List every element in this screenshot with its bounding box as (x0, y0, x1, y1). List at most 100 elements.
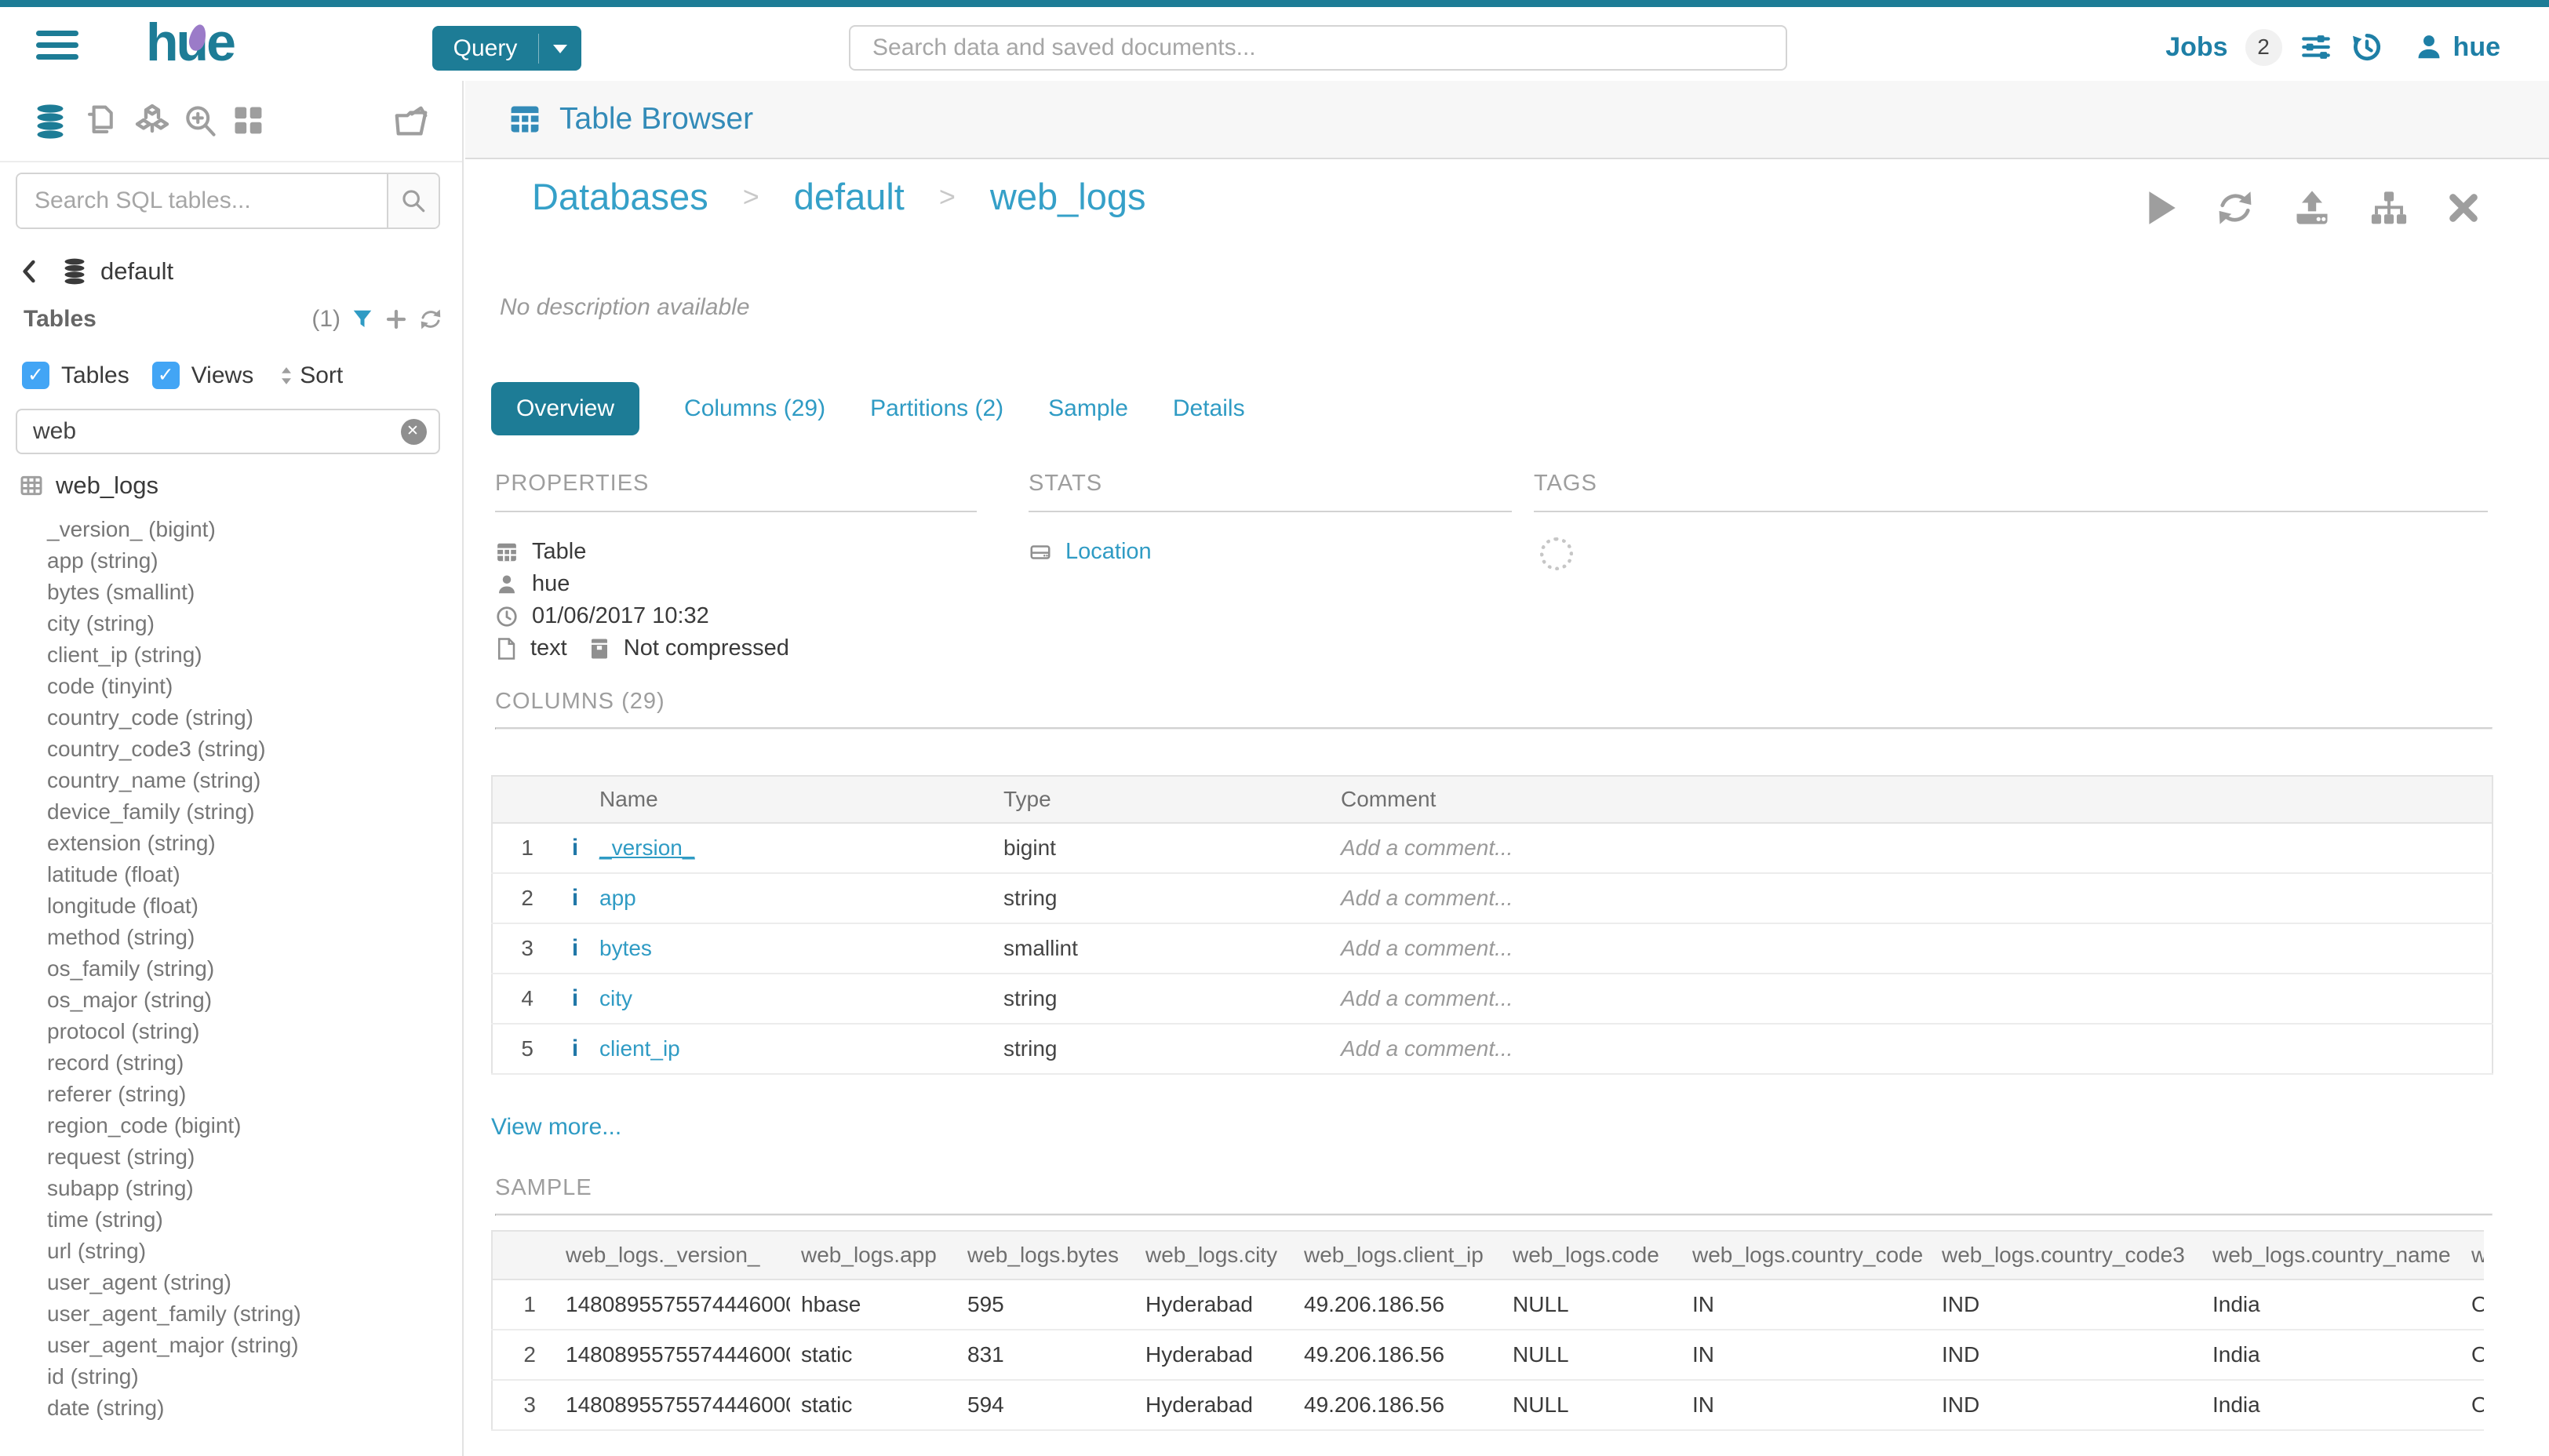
sidebar-column[interactable]: device_family (string) (0, 796, 462, 828)
sitemap-icon[interactable] (2369, 187, 2409, 228)
sample-table-container[interactable]: web_logs._version_ web_logs.app web_logs… (491, 1230, 2484, 1436)
sidebar-column[interactable]: extension (string) (0, 828, 462, 859)
sort-control[interactable]: Sort (276, 362, 343, 389)
sidebar-column[interactable]: os_major (string) (0, 985, 462, 1016)
sidebar-column[interactable]: longitude (float) (0, 890, 462, 922)
breadcrumb-web-logs[interactable]: web_logs (990, 175, 1146, 218)
sidebar-column[interactable]: time (string) (0, 1204, 462, 1236)
column-comment[interactable]: Add a comment... (1341, 823, 2493, 873)
sample-cell: O (2460, 1279, 2484, 1330)
info-icon[interactable]: i (572, 885, 578, 911)
tab-sample[interactable]: Sample (1048, 395, 1128, 422)
sidebar-column[interactable]: os_family (string) (0, 953, 462, 985)
column-name-link[interactable]: _version_ (599, 835, 694, 860)
jobs-link[interactable]: Jobs (2165, 32, 2227, 63)
tab-overview[interactable]: Overview (491, 382, 639, 435)
search-zoom-icon[interactable] (182, 103, 218, 144)
sidebar-column[interactable]: latitude (float) (0, 859, 462, 890)
tab-columns[interactable]: Columns (29) (684, 395, 825, 422)
breadcrumb-default[interactable]: default (794, 175, 905, 218)
sidebar-column[interactable]: protocol (string) (0, 1016, 462, 1047)
sliders-icon[interactable] (2300, 31, 2332, 64)
info-icon[interactable]: i (572, 835, 578, 861)
query-play-icon[interactable] (2143, 188, 2179, 228)
sidebar-column[interactable]: _version_ (bigint) (0, 514, 462, 545)
table-filter (16, 409, 440, 454)
sidebar-column[interactable]: record (string) (0, 1047, 462, 1079)
table-filter-input[interactable] (17, 418, 401, 445)
column-name-link[interactable]: app (599, 886, 636, 910)
sidebar-column[interactable]: user_agent (string) (0, 1267, 462, 1298)
column-name-link[interactable]: city (599, 986, 632, 1010)
location-link[interactable]: Location (1065, 539, 1152, 565)
sidebar-column[interactable]: country_code3 (string) (0, 733, 462, 765)
cubes-icon[interactable] (132, 103, 173, 144)
sidebar-column[interactable]: referer (string) (0, 1079, 462, 1110)
databases-icon[interactable] (33, 103, 67, 144)
clear-filter-icon[interactable] (401, 419, 427, 445)
sidebar-column[interactable]: url (string) (0, 1236, 462, 1267)
documents-icon[interactable] (82, 103, 118, 144)
tab-partitions[interactable]: Partitions (2) (870, 395, 1003, 422)
breadcrumb-databases[interactable]: Databases (532, 175, 708, 218)
sidebar-column[interactable]: country_code (string) (0, 702, 462, 733)
sidebar-column[interactable]: date (string) (0, 1392, 462, 1424)
sidebar-column[interactable]: subapp (string) (0, 1173, 462, 1204)
sql-tables-search-input[interactable] (17, 174, 387, 228)
column-name-link[interactable]: bytes (599, 936, 652, 960)
info-icon[interactable]: i (572, 1036, 578, 1061)
sidebar-column[interactable]: user_agent_family (string) (0, 1298, 462, 1330)
sidebar-column[interactable]: id (string) (0, 1361, 462, 1392)
sidebar-table-web-logs[interactable]: web_logs (19, 471, 158, 500)
global-search-input[interactable] (849, 25, 1787, 71)
database-breadcrumb[interactable]: default (19, 257, 173, 286)
tab-details[interactable]: Details (1173, 395, 1245, 422)
refresh-icon[interactable] (418, 307, 443, 332)
query-button[interactable]: Query (432, 26, 581, 71)
hue-logo[interactable]: hue (146, 12, 234, 73)
refresh-icon[interactable] (2215, 187, 2256, 228)
sample-header: web_logs.country_name (2201, 1231, 2460, 1279)
main-content: Table Browser Databases > default > web_… (465, 81, 2549, 1456)
menu-icon[interactable] (36, 31, 78, 66)
sidebar-column[interactable]: bytes (smallint) (0, 577, 462, 608)
column-comment[interactable]: Add a comment... (1341, 873, 2493, 923)
close-icon[interactable] (2445, 190, 2482, 226)
sidebar-column[interactable]: client_ip (string) (0, 639, 462, 671)
sidebar-column[interactable]: method (string) (0, 922, 462, 953)
hdd-icon (1029, 541, 1052, 564)
column-comment[interactable]: Add a comment... (1341, 1024, 2493, 1074)
sample-header: web_logs.city (1134, 1231, 1293, 1279)
filter-icon[interactable] (351, 308, 374, 331)
jobs-count-badge[interactable]: 2 (2245, 29, 2282, 66)
caret-down-icon[interactable] (539, 42, 581, 55)
sample-cell: India (2201, 1279, 2460, 1330)
add-icon[interactable] (384, 308, 408, 331)
sidebar-column[interactable]: app (string) (0, 545, 462, 577)
column-name-link[interactable]: client_ip (599, 1036, 680, 1061)
page-header: Table Browser (465, 81, 2549, 159)
sidebar-column[interactable]: code (tinyint) (0, 671, 462, 702)
upload-icon[interactable] (2292, 187, 2332, 228)
column-comment[interactable]: Add a comment... (1341, 923, 2493, 974)
user-menu[interactable]: hue (2414, 32, 2500, 63)
info-icon[interactable]: i (572, 935, 578, 961)
property-created: 01/06/2017 10:32 (532, 603, 709, 629)
sidebar-column[interactable]: region_code (bigint) (0, 1110, 462, 1141)
tables-checkbox[interactable] (22, 362, 49, 389)
sample-header: web_logs.country_code3 (1931, 1231, 2201, 1279)
history-icon[interactable] (2350, 30, 2384, 64)
apps-grid-icon[interactable] (231, 103, 265, 141)
sidebar-column[interactable]: country_name (string) (0, 765, 462, 796)
sidebar-column[interactable]: request (string) (0, 1141, 462, 1173)
top-accent-bar (0, 0, 2549, 7)
info-icon[interactable]: i (572, 985, 578, 1011)
sidebar-column[interactable]: city (string) (0, 608, 462, 639)
search-icon[interactable] (387, 174, 439, 228)
folder-icon[interactable] (392, 103, 432, 144)
column-comment[interactable]: Add a comment... (1341, 974, 2493, 1024)
views-checkbox[interactable] (152, 362, 180, 389)
view-more-link[interactable]: View more... (491, 1114, 621, 1141)
sidebar-column[interactable]: user_agent_major (string) (0, 1330, 462, 1361)
user-name: hue (2453, 32, 2500, 63)
